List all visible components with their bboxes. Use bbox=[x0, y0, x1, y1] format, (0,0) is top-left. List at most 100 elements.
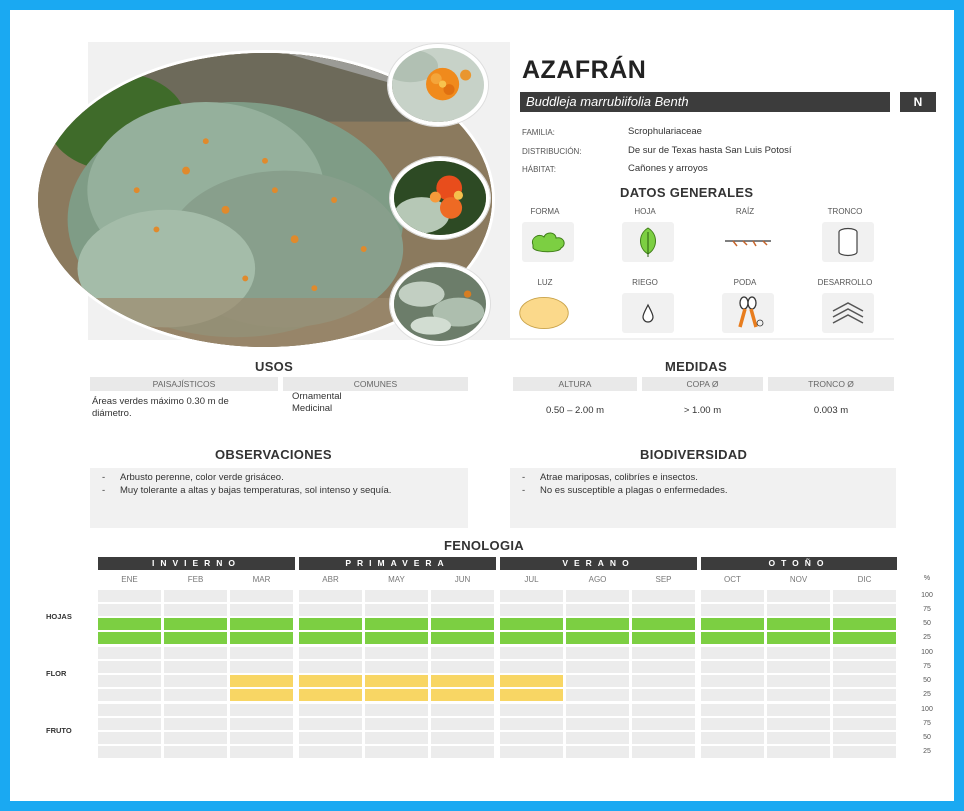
light-label: LUZ bbox=[537, 278, 553, 287]
form-label: FORMA bbox=[530, 207, 560, 216]
percent-level-label: 75 bbox=[923, 720, 931, 727]
phenology-cell bbox=[431, 732, 494, 744]
month-label-sep: SEP bbox=[655, 575, 672, 584]
phenology-cell bbox=[230, 604, 293, 616]
phenology-cell bbox=[230, 746, 293, 758]
phenology-cell bbox=[566, 661, 629, 673]
phenology-cell bbox=[566, 746, 629, 758]
phenology-cell bbox=[500, 632, 563, 644]
phenology-cell bbox=[833, 604, 896, 616]
phenology-cell bbox=[299, 590, 362, 602]
phenology-cell bbox=[230, 718, 293, 730]
phenology-cell bbox=[632, 618, 695, 630]
phenology-cell bbox=[767, 661, 830, 673]
family-label: FAMILIA: bbox=[522, 128, 555, 137]
phenology-cell bbox=[365, 647, 428, 659]
phenology-cell bbox=[500, 689, 563, 701]
phenology-cell bbox=[98, 661, 161, 673]
phenology-cell bbox=[632, 675, 695, 687]
month-label-dic: DIC bbox=[857, 575, 872, 584]
canopy-header: COPA Ø bbox=[642, 377, 763, 391]
season-autumn: OTOÑO bbox=[701, 557, 897, 570]
phenology-cell bbox=[566, 704, 629, 716]
phenology-cell bbox=[833, 689, 896, 701]
phenology-cell bbox=[500, 661, 563, 673]
plant-common-name: AZAFRÁN bbox=[522, 56, 647, 84]
phenology-cell bbox=[230, 590, 293, 602]
shrub-shape-icon bbox=[522, 222, 574, 262]
phenology-cell bbox=[833, 718, 896, 730]
phenology-cell bbox=[701, 689, 764, 701]
phenology-cell bbox=[365, 732, 428, 744]
phenology-cell bbox=[98, 689, 161, 701]
percent-level-label: 75 bbox=[923, 663, 931, 670]
root-icon bbox=[722, 222, 774, 262]
phenology-cell bbox=[431, 675, 494, 687]
phenology-cell bbox=[164, 647, 227, 659]
flower-closeup-photo-1 bbox=[388, 44, 488, 126]
phenology-cell bbox=[365, 618, 428, 630]
development-label: DESARROLLO bbox=[817, 278, 873, 287]
bullet-dash: - bbox=[522, 472, 526, 483]
phenology-cell bbox=[767, 689, 830, 701]
phenology-cell bbox=[632, 632, 695, 644]
phenology-cell bbox=[365, 675, 428, 687]
percent-level-label: 75 bbox=[923, 606, 931, 613]
plant-datasheet: AZAFRÁN Buddleja marrubiifolia Benth N F… bbox=[10, 10, 954, 801]
pruning-label: PODA bbox=[733, 278, 757, 287]
phenology-cell bbox=[299, 632, 362, 644]
percent-level-label: 50 bbox=[923, 677, 931, 684]
root-label: RAÍZ bbox=[735, 207, 755, 216]
water-drop-icon bbox=[622, 293, 674, 333]
common-uses-header: COMUNES bbox=[283, 377, 468, 391]
phenology-cell bbox=[98, 732, 161, 744]
phenology-cell bbox=[701, 618, 764, 630]
habitat-label: HÁBITAT: bbox=[522, 165, 556, 174]
phenology-cell bbox=[299, 661, 362, 673]
phenology-cell bbox=[230, 661, 293, 673]
phenology-cell bbox=[365, 718, 428, 730]
phenology-cell bbox=[566, 632, 629, 644]
phenology-cell bbox=[299, 704, 362, 716]
phenology-cell bbox=[299, 604, 362, 616]
phenology-cell bbox=[365, 590, 428, 602]
phenology-cell bbox=[500, 590, 563, 602]
trunk-diameter-value: 0.003 m bbox=[813, 405, 849, 416]
uses-title: USOS bbox=[255, 359, 294, 374]
phenology-cell bbox=[230, 618, 293, 630]
phenology-cell bbox=[98, 704, 161, 716]
phenology-cell bbox=[566, 647, 629, 659]
phenology-cell bbox=[365, 604, 428, 616]
month-label-nov: NOV bbox=[789, 575, 808, 584]
phenology-cell bbox=[431, 718, 494, 730]
leaf-label: HOJA bbox=[634, 207, 656, 216]
phenology-cell bbox=[98, 718, 161, 730]
phenology-cell bbox=[632, 604, 695, 616]
phenology-cell bbox=[566, 732, 629, 744]
phenology-cell bbox=[632, 590, 695, 602]
month-label-ago: AGO bbox=[588, 575, 607, 584]
phenology-cell bbox=[299, 718, 362, 730]
phenology-cell bbox=[431, 689, 494, 701]
observations-title: OBSERVACIONES bbox=[215, 447, 332, 462]
common-use-medicinal: Medicinal bbox=[292, 403, 333, 414]
percent-level-label: 50 bbox=[923, 734, 931, 741]
height-header: ALTURA bbox=[513, 377, 637, 391]
phenology-cell bbox=[98, 647, 161, 659]
phenology-cell bbox=[431, 618, 494, 630]
phenology-cell bbox=[632, 732, 695, 744]
distribution-label: DISTRIBUCIÓN: bbox=[522, 147, 582, 156]
phenology-cell bbox=[431, 647, 494, 659]
month-label-jul: JUL bbox=[524, 575, 539, 584]
canopy-value: > 1.00 m bbox=[683, 405, 722, 416]
phenology-cell bbox=[632, 689, 695, 701]
month-label-abr: ABR bbox=[322, 575, 339, 584]
phenology-cell bbox=[500, 675, 563, 687]
phenology-cell bbox=[833, 661, 896, 673]
watering-label: RIEGO bbox=[632, 278, 658, 287]
phenology-cell bbox=[566, 718, 629, 730]
growth-chevrons-icon bbox=[822, 293, 874, 333]
phenology-cell bbox=[767, 675, 830, 687]
phenology-cell bbox=[500, 732, 563, 744]
phenology-cell bbox=[299, 618, 362, 630]
